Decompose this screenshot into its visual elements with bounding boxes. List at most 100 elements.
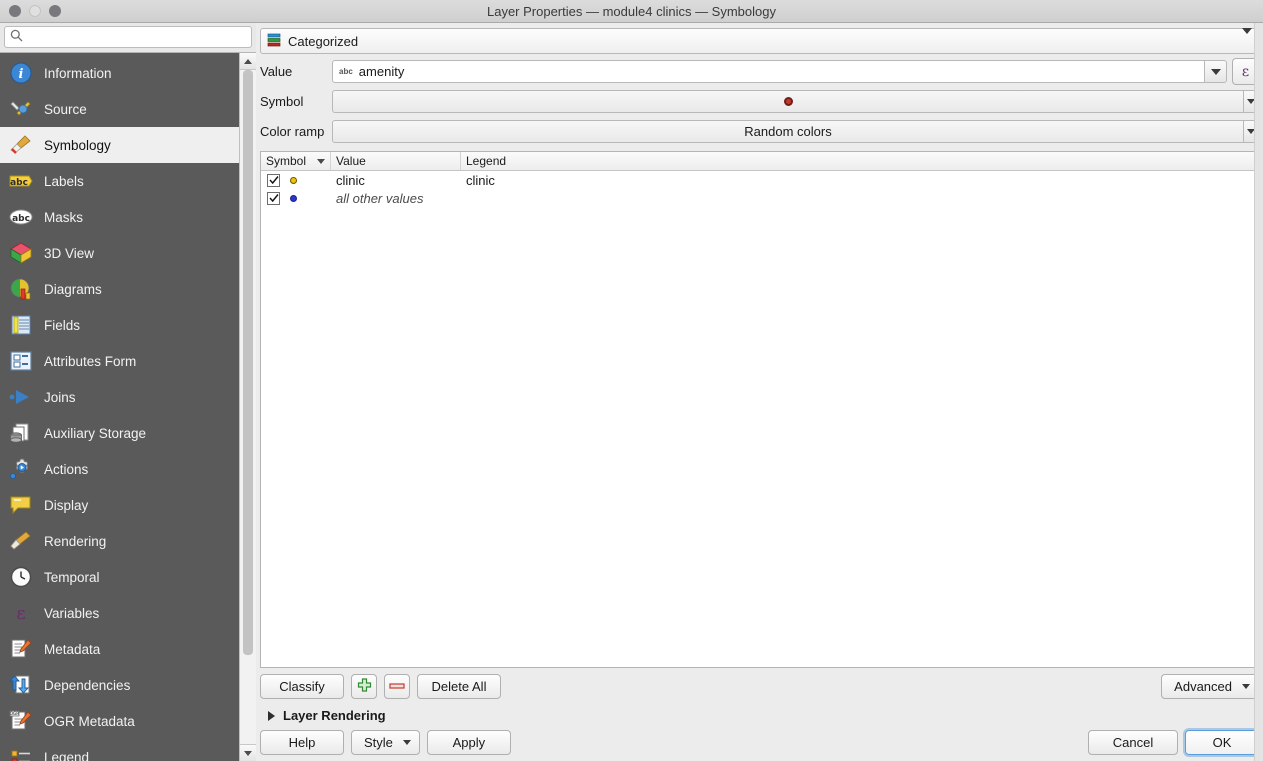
plus-icon (357, 677, 372, 696)
row-symbol-cell[interactable] (261, 173, 331, 187)
sidebar-item-rendering[interactable]: Rendering (0, 523, 239, 559)
window-controls (9, 5, 61, 17)
classify-actions-row: Classify Delete All Advanced (260, 674, 1259, 699)
attributes-form-icon (8, 348, 34, 374)
sidebar-item-joins[interactable]: Joins (0, 379, 239, 415)
sidebar-item-ogr-metadata[interactable]: OGR OGR Metadata (0, 703, 239, 739)
sidebar-item-label: Variables (44, 605, 100, 621)
temporal-clock-icon (8, 564, 34, 590)
sidebar-item-dependencies[interactable]: Dependencies (0, 667, 239, 703)
symbol-preview-button[interactable] (332, 90, 1244, 113)
svg-text:ε: ε (16, 603, 25, 624)
fields-table-icon (8, 312, 34, 338)
actions-gear-icon (8, 456, 34, 482)
row-symbol-cell[interactable] (261, 191, 331, 205)
sidebar-item-label: OGR Metadata (44, 713, 135, 729)
add-category-button[interactable] (351, 674, 377, 699)
cancel-button[interactable]: Cancel (1088, 730, 1178, 755)
row-legend-cell[interactable]: clinic (461, 173, 1258, 188)
sidebar-nav-list: i Information Source Symbology abc Label… (0, 53, 239, 761)
column-header-label: Symbol (266, 154, 307, 168)
sidebar-scroll-track[interactable] (240, 70, 256, 744)
auxiliary-storage-icon (8, 420, 34, 446)
legend-icon (8, 744, 34, 761)
sidebar-item-attributes-form[interactable]: Attributes Form (0, 343, 239, 379)
apply-button[interactable]: Apply (426, 730, 511, 755)
sidebar-item-legend[interactable]: Legend (0, 739, 239, 761)
dialog-body: i Information Source Symbology abc Label… (0, 23, 1263, 761)
classify-button[interactable]: Classify (260, 674, 344, 699)
table-header-row: Symbol Value Legend (261, 152, 1258, 171)
category-symbol-icon[interactable] (290, 194, 297, 202)
help-button[interactable]: Help (260, 730, 344, 755)
table-row[interactable]: clinic clinic (261, 171, 1258, 189)
column-header-value[interactable]: Value (331, 152, 461, 170)
value-dropdown-button[interactable] (1205, 60, 1227, 83)
sidebar-item-temporal[interactable]: Temporal (0, 559, 239, 595)
information-icon: i (8, 60, 34, 86)
window-title: Layer Properties — module4 clinics — Sym… (486, 3, 776, 19)
sidebar-item-variables[interactable]: ε Variables (0, 595, 239, 631)
sidebar-item-information[interactable]: i Information (0, 55, 239, 91)
advanced-button-wrap: Advanced (1161, 674, 1259, 699)
sidebar-scroll-up-button[interactable] (240, 53, 256, 70)
sidebar-item-actions[interactable]: Actions (0, 451, 239, 487)
row-checkbox[interactable] (267, 173, 280, 187)
style-button[interactable]: Style (351, 730, 420, 755)
sidebar-item-source[interactable]: Source (0, 91, 239, 127)
symbology-form: Value abc amenity ε Symbol Color ramp Ra… (260, 58, 1259, 149)
sidebar-item-label: Labels (44, 173, 84, 189)
row-value-cell[interactable]: all other values (331, 191, 461, 206)
table-row[interactable]: all other values (261, 189, 1258, 207)
sidebar-item-display[interactable]: Display (0, 487, 239, 523)
style-button-label: Style (364, 735, 393, 750)
column-header-symbol[interactable]: Symbol (261, 152, 331, 170)
sidebar-item-diagrams[interactable]: Diagrams (0, 271, 239, 307)
minimize-window-button[interactable] (29, 5, 41, 17)
layer-rendering-section-toggle[interactable]: Layer Rendering (268, 708, 1259, 723)
cube-3d-icon (8, 240, 34, 266)
color-ramp-button[interactable]: Random colors (332, 120, 1244, 143)
renderer-type-combo[interactable]: Categorized (260, 27, 1259, 54)
rendering-brush-icon (8, 528, 34, 554)
sidebar: i Information Source Symbology abc Label… (0, 23, 256, 761)
remove-category-button[interactable] (384, 674, 410, 699)
symbol-label: Symbol (260, 94, 304, 109)
row-checkbox[interactable] (267, 191, 280, 205)
ok-button[interactable]: OK (1185, 730, 1259, 755)
sidebar-item-masks[interactable]: abc Masks (0, 199, 239, 235)
title-bar: Layer Properties — module4 clinics — Sym… (0, 0, 1263, 23)
delete-all-button[interactable]: Delete All (417, 674, 501, 699)
sidebar-scroll-thumb[interactable] (243, 70, 253, 655)
color-ramp-text: Random colors (744, 124, 832, 139)
value-field[interactable]: abc amenity (332, 60, 1205, 83)
close-window-button[interactable] (9, 5, 21, 17)
sidebar-item-symbology[interactable]: Symbology (0, 127, 239, 163)
advanced-button[interactable]: Advanced (1161, 674, 1259, 699)
search-box[interactable] (4, 26, 252, 48)
svg-text:abc: abc (12, 214, 30, 224)
sidebar-item-label: Masks (44, 209, 84, 225)
sidebar-item-fields[interactable]: Fields (0, 307, 239, 343)
dialog-footer: Help Style Apply Cancel OK (260, 730, 1259, 761)
sidebar-item-metadata[interactable]: Metadata (0, 631, 239, 667)
zoom-window-button[interactable] (49, 5, 61, 17)
display-speech-bubble-icon (8, 492, 34, 518)
labels-abc-icon: abc (8, 168, 34, 194)
sidebar-item-label: Source (44, 101, 87, 117)
sidebar-item-3d-view[interactable]: 3D View (0, 235, 239, 271)
renderer-type-label: Categorized (288, 33, 359, 49)
search-input[interactable] (28, 29, 246, 45)
row-value-cell[interactable]: clinic (331, 173, 461, 188)
panel-scrollbar[interactable] (1254, 23, 1263, 761)
sidebar-item-auxiliary-storage[interactable]: Auxiliary Storage (0, 415, 239, 451)
svg-text:i: i (19, 67, 24, 82)
categories-table[interactable]: Symbol Value Legend clinic clinic all ot… (260, 151, 1259, 668)
sidebar-scrollbar[interactable] (239, 53, 256, 761)
sidebar-item-labels[interactable]: abc Labels (0, 163, 239, 199)
joins-icon (8, 384, 34, 410)
sidebar-scroll-down-button[interactable] (240, 744, 256, 761)
column-header-legend[interactable]: Legend (461, 152, 1258, 170)
sort-descending-icon (317, 158, 325, 164)
category-symbol-icon[interactable] (290, 176, 297, 184)
